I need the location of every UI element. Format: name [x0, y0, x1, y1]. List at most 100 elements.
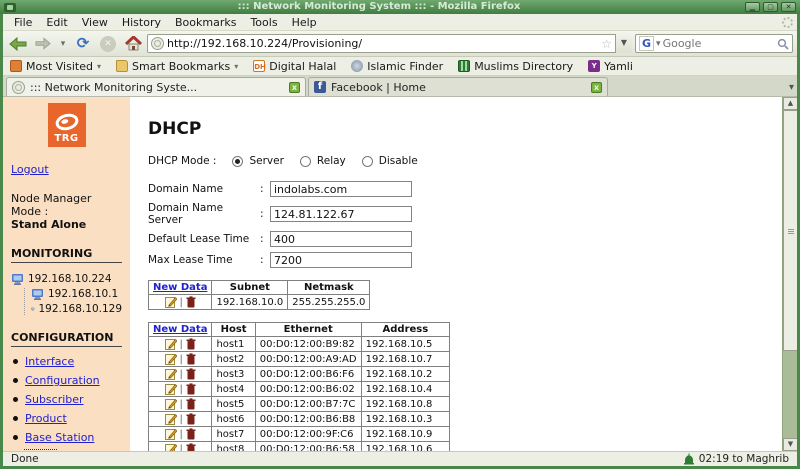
configuration-links: Interface Configuration Subscriber Produ…: [11, 355, 122, 451]
table-row: | host7 00:D0:12:00:9F:C6 192.168.10.9: [149, 427, 450, 442]
page-favicon-globe-icon: [151, 37, 164, 50]
window-menu-icon[interactable]: [4, 3, 16, 12]
forward-button[interactable]: [32, 33, 54, 55]
tab-close-icon[interactable]: x: [591, 82, 602, 93]
tree-node-child[interactable]: 192.168.10.129: [31, 303, 122, 315]
prayer-time-text: 02:19 to Maghrib: [699, 453, 789, 465]
node-manager-mode-label: Node Manager Mode :: [11, 192, 122, 218]
bookmark-digital-halal[interactable]: DH Digital Halal: [253, 60, 336, 73]
table-row: | host8 00:D0:12:00:B6:58 192.168.10.6: [149, 442, 450, 452]
bookmark-most-visited[interactable]: Most Visited ▾: [10, 60, 101, 73]
sidebar-item-base-station[interactable]: Base Station: [25, 431, 94, 444]
nav-history-dropdown-icon[interactable]: ▾: [57, 33, 69, 55]
delete-icon[interactable]: [186, 413, 196, 425]
bookmark-muslims-directory[interactable]: Muslims Directory: [458, 60, 573, 73]
monitoring-tree: 192.168.10.224 192.168.10.1 192.168.10.1…: [11, 273, 122, 315]
edit-icon[interactable]: [165, 368, 177, 380]
tab-facebook[interactable]: f Facebook | Home x: [308, 77, 608, 96]
home-icon: [125, 36, 142, 51]
url-bar: ☆ ▼: [147, 34, 632, 53]
menu-tools[interactable]: Tools: [243, 15, 284, 30]
vertical-scrollbar[interactable]: ▲ ▼: [782, 97, 797, 451]
stop-button[interactable]: ✕: [97, 33, 119, 55]
bookmark-yamli[interactable]: Y Yamli: [588, 60, 633, 73]
tab-list-chevron-icon[interactable]: ▾: [789, 82, 794, 93]
edit-icon[interactable]: [165, 296, 177, 308]
edit-icon[interactable]: [165, 338, 177, 350]
reload-icon: ⟳: [77, 36, 90, 51]
subnet-table: New Data Subnet Netmask | 192.168.10.0 2…: [148, 280, 370, 310]
radio-server[interactable]: [232, 156, 243, 167]
logout-link[interactable]: Logout: [11, 163, 49, 176]
delete-icon[interactable]: [186, 353, 196, 365]
field-domain-name: Domain Name :: [148, 181, 797, 197]
edit-icon[interactable]: [165, 353, 177, 365]
menu-file[interactable]: File: [7, 15, 39, 30]
magnifier-icon[interactable]: [777, 38, 789, 50]
status-text: Done: [11, 453, 39, 465]
titlebar: ::: Network Monitoring System ::: - Mozi…: [0, 0, 800, 14]
computer-icon: [31, 288, 44, 300]
trg-swirl-icon: [54, 113, 80, 131]
url-dropdown-icon[interactable]: ▼: [615, 34, 632, 53]
home-button[interactable]: [122, 33, 144, 55]
delete-icon[interactable]: [186, 338, 196, 350]
url-input[interactable]: [167, 37, 598, 50]
search-engine-dropdown-icon[interactable]: ▾: [656, 39, 661, 49]
sidebar-item-subscriber[interactable]: Subscriber: [25, 393, 84, 406]
menubar: File Edit View History Bookmarks Tools H…: [3, 14, 797, 31]
sidebar-item-interface[interactable]: Interface: [25, 355, 74, 368]
max-lease-time-input[interactable]: [270, 252, 412, 268]
host-new-data-link[interactable]: New Data: [153, 324, 207, 335]
domain-name-input[interactable]: [270, 181, 412, 197]
bookmark-star-icon[interactable]: ☆: [601, 37, 612, 51]
edit-icon[interactable]: [165, 383, 177, 395]
close-button[interactable]: ✕: [781, 2, 796, 12]
menu-bookmarks[interactable]: Bookmarks: [168, 15, 243, 30]
maximize-button[interactable]: ▢: [763, 2, 778, 12]
back-arrow-icon: [9, 37, 27, 51]
scroll-up-icon[interactable]: ▲: [783, 97, 797, 110]
bullet-icon: [13, 359, 18, 364]
radio-disable[interactable]: [362, 156, 373, 167]
delete-icon[interactable]: [186, 398, 196, 410]
chevron-down-icon: ▾: [234, 62, 238, 71]
tree-node-root[interactable]: 192.168.10.224: [11, 273, 122, 285]
menu-edit[interactable]: Edit: [39, 15, 74, 30]
menu-help[interactable]: Help: [285, 15, 324, 30]
subnet-row: | 192.168.10.0 255.255.255.0: [149, 295, 370, 310]
radio-relay[interactable]: [300, 156, 311, 167]
edit-icon[interactable]: [165, 413, 177, 425]
delete-icon[interactable]: [186, 443, 196, 451]
scroll-down-icon[interactable]: ▼: [783, 438, 797, 451]
tree-node-child[interactable]: 192.168.10.1: [31, 288, 122, 300]
scrollbar-thumb[interactable]: [783, 110, 797, 351]
menu-history[interactable]: History: [115, 15, 168, 30]
menu-view[interactable]: View: [75, 15, 115, 30]
facebook-favicon-icon: f: [314, 81, 326, 93]
delete-icon[interactable]: [186, 428, 196, 440]
search-input[interactable]: [663, 37, 775, 50]
bookmark-smart-bookmarks[interactable]: Smart Bookmarks ▾: [116, 60, 238, 73]
table-row: | host3 00:D0:12:00:B6:F6 192.168.10.2: [149, 367, 450, 382]
subnet-new-data-link[interactable]: New Data: [153, 282, 207, 293]
bookmark-islamic-finder[interactable]: Islamic Finder: [351, 60, 443, 73]
delete-icon[interactable]: [186, 296, 196, 308]
domain-name-server-input[interactable]: [270, 206, 412, 222]
delete-icon[interactable]: [186, 368, 196, 380]
minimize-button[interactable]: ▁: [745, 2, 760, 12]
tab-close-icon[interactable]: x: [289, 82, 300, 93]
sidebar-item-dhcp[interactable]: DHCP: [25, 450, 56, 451]
tab-network-monitoring[interactable]: ::: Network Monitoring Syste... x: [6, 77, 306, 96]
islamic-finder-icon: [351, 60, 363, 72]
edit-icon[interactable]: [165, 428, 177, 440]
back-button[interactable]: [7, 33, 29, 55]
delete-icon[interactable]: [186, 383, 196, 395]
default-lease-time-input[interactable]: [270, 231, 412, 247]
edit-icon[interactable]: [165, 443, 177, 451]
reload-button[interactable]: ⟳: [72, 33, 94, 55]
search-engine-icon[interactable]: G: [639, 36, 654, 51]
edit-icon[interactable]: [165, 398, 177, 410]
sidebar-item-configuration[interactable]: Configuration: [25, 374, 100, 387]
sidebar-item-product[interactable]: Product: [25, 412, 67, 425]
